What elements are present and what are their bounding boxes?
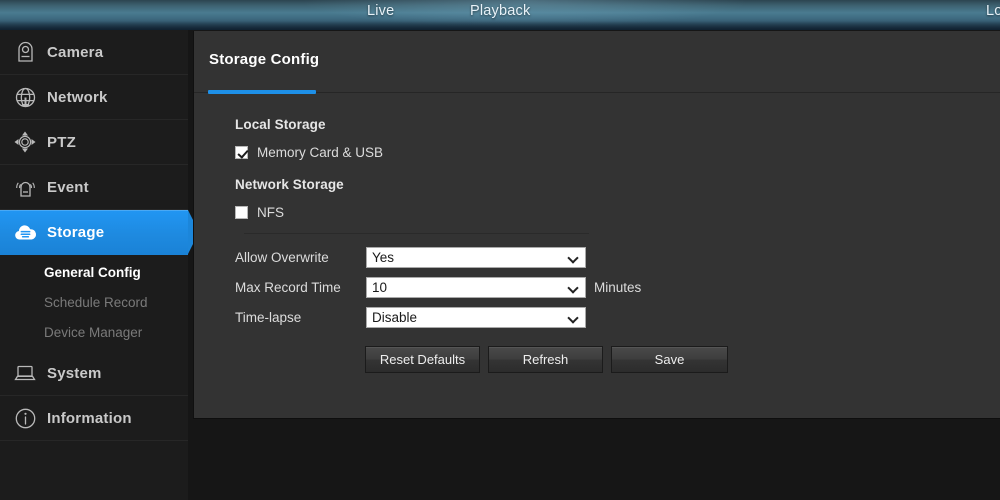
active-tab-underline (208, 90, 316, 94)
chevron-down-icon (569, 283, 578, 292)
memory-card-usb-label: Memory Card & USB (257, 145, 384, 160)
allow-overwrite-value: Yes (372, 250, 395, 265)
sidebar-item-label: Information (47, 409, 132, 427)
content-panel: Storage Config Local Storage Memory Card… (193, 31, 1000, 419)
sidebar-item-ptz[interactable]: PTZ (0, 120, 188, 165)
sidebar-item-label: System (47, 364, 102, 382)
allow-overwrite-label: Allow Overwrite (235, 250, 329, 265)
time-lapse-label: Time-lapse (235, 310, 302, 325)
section-divider (244, 233, 589, 234)
checkbox-row-nfs[interactable]: NFS (235, 205, 284, 220)
ptz-directional-icon (8, 127, 42, 157)
sidebar-item-camera[interactable]: Camera (0, 30, 188, 75)
network-globe-icon (8, 82, 42, 112)
time-lapse-select[interactable]: Disable (366, 307, 586, 328)
alarm-bell-icon (8, 172, 42, 202)
storage-cloud-icon (8, 218, 42, 248)
nfs-checkbox[interactable] (235, 206, 248, 219)
sidebar-item-system[interactable]: System (0, 351, 188, 396)
page-title: Storage Config (209, 51, 320, 68)
sidebar-item-network[interactable]: Network (0, 75, 188, 120)
sidebar-subitem-schedule-record[interactable]: Schedule Record (0, 287, 188, 317)
form-actions: Reset Defaults Refresh Save (365, 346, 728, 373)
save-button[interactable]: Save (611, 346, 728, 373)
max-record-time-select[interactable]: 10 (366, 277, 586, 298)
sidebar-submenu-storage: General Config Schedule Record Device Ma… (0, 255, 188, 351)
max-record-time-value: 10 (372, 280, 388, 295)
sidebar: Camera Network PTZ Event Storage General… (0, 30, 199, 500)
laptop-icon (8, 358, 42, 388)
panel-header: Storage Config (194, 31, 1000, 94)
sidebar-subitem-general-config[interactable]: General Config (0, 257, 188, 287)
sidebar-subitem-device-manager[interactable]: Device Manager (0, 317, 188, 347)
sidebar-item-label: Storage (47, 224, 105, 241)
reset-defaults-button[interactable]: Reset Defaults (365, 346, 480, 373)
network-storage-section-label: Network Storage (235, 177, 344, 192)
nav-item-logout[interactable]: Lo (986, 3, 1000, 19)
memory-card-usb-checkbox[interactable] (235, 146, 248, 159)
nav-item-playback[interactable]: Playback (470, 3, 530, 19)
sidebar-item-event[interactable]: Event (0, 165, 188, 210)
time-lapse-value: Disable (372, 310, 418, 325)
app-root: Live Playback Lo Camera Network PTZ Even… (0, 0, 1000, 500)
top-navigation-bar: Live Playback Lo (0, 0, 1000, 30)
sidebar-item-label: Camera (47, 43, 104, 61)
nfs-label: NFS (257, 205, 284, 220)
camera-icon (8, 37, 42, 67)
field-row-time-lapse: Time-lapse Disable (235, 307, 586, 328)
local-storage-section-label: Local Storage (235, 117, 326, 132)
field-row-allow-overwrite: Allow Overwrite Yes (235, 247, 586, 268)
max-record-time-unit: Minutes (594, 280, 642, 295)
sidebar-item-label: PTZ (47, 133, 76, 151)
max-record-time-label: Max Record Time (235, 280, 341, 295)
sidebar-item-storage[interactable]: Storage (0, 210, 199, 255)
refresh-button[interactable]: Refresh (488, 346, 603, 373)
checkbox-row-memory-card-usb[interactable]: Memory Card & USB (235, 145, 383, 160)
sidebar-item-information[interactable]: Information (0, 396, 188, 441)
sidebar-item-label: Event (47, 178, 89, 196)
chevron-down-icon (569, 253, 578, 262)
sidebar-item-label: Network (47, 88, 108, 106)
allow-overwrite-select[interactable]: Yes (366, 247, 586, 268)
field-row-max-record-time: Max Record Time 10 Minutes (235, 277, 641, 298)
chevron-down-icon (569, 313, 578, 322)
info-circle-icon (8, 403, 42, 433)
nav-item-live[interactable]: Live (367, 3, 394, 19)
